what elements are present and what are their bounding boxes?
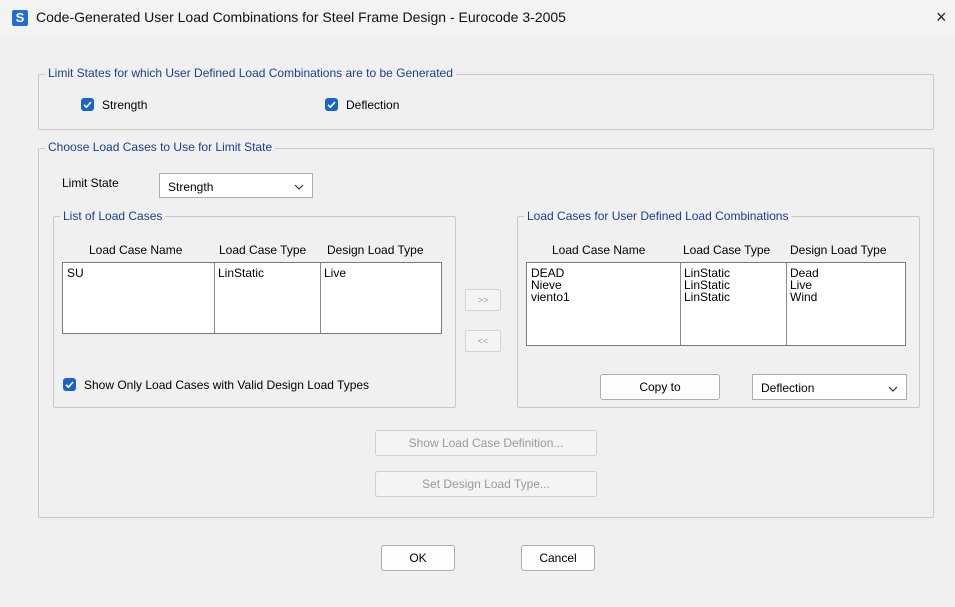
strength-label: Strength xyxy=(102,98,148,112)
user-header-type: Load Case Type xyxy=(683,243,771,257)
choose-load-cases-legend: Choose Load Cases to Use for Limit State xyxy=(45,140,276,154)
list-header-type: Load Case Type xyxy=(219,243,307,257)
deflection-label: Deflection xyxy=(346,98,400,112)
show-load-case-definition-button[interactable]: Show Load Case Definition... xyxy=(375,430,597,456)
cancel-button[interactable]: Cancel xyxy=(521,545,595,571)
check-icon xyxy=(83,101,92,109)
chevron-down-icon xyxy=(294,180,304,194)
close-icon[interactable]: × xyxy=(936,7,947,28)
list-item-type[interactable]: LinStatic xyxy=(684,291,730,303)
user-load-cases-list[interactable]: DEAD LinStatic Dead Nieve LinStatic Live… xyxy=(526,262,906,346)
check-icon xyxy=(65,381,74,389)
chevron-down-icon xyxy=(888,382,898,396)
user-header-design: Design Load Type xyxy=(790,243,887,257)
user-header-name: Load Case Name xyxy=(552,243,646,257)
app-icon: S xyxy=(12,10,28,26)
load-cases-list[interactable]: SU LinStatic Live xyxy=(62,262,442,334)
list-item-name[interactable]: SU xyxy=(67,267,84,279)
ok-button[interactable]: OK xyxy=(381,545,455,571)
move-right-button[interactable]: >> xyxy=(465,289,501,311)
list-header-name: Load Case Name xyxy=(89,243,183,257)
user-defined-load-cases-legend: Load Cases for User Defined Load Combina… xyxy=(524,209,792,223)
copy-target-select[interactable]: Deflection xyxy=(752,374,907,400)
list-item-name[interactable]: viento1 xyxy=(531,291,570,303)
limit-state-label: Limit State xyxy=(62,176,119,190)
list-header-design: Design Load Type xyxy=(327,243,424,257)
check-icon xyxy=(327,101,336,109)
list-item-type[interactable]: LinStatic xyxy=(218,267,264,279)
window-title: Code-Generated User Load Combinations fo… xyxy=(36,9,566,25)
show-only-valid-label: Show Only Load Cases with Valid Design L… xyxy=(84,378,370,392)
limit-states-group xyxy=(38,74,934,130)
limit-state-value: Strength xyxy=(168,180,214,194)
show-only-valid-checkbox[interactable] xyxy=(63,378,76,391)
copy-to-button[interactable]: Copy to xyxy=(600,374,720,400)
set-design-load-type-button[interactable]: Set Design Load Type... xyxy=(375,471,597,497)
limit-state-select[interactable]: Strength xyxy=(159,173,313,198)
list-item-design[interactable]: Wind xyxy=(790,291,817,303)
deflection-checkbox[interactable] xyxy=(325,98,338,111)
limit-states-legend: Limit States for which User Defined Load… xyxy=(45,66,456,80)
list-item-design[interactable]: Live xyxy=(324,267,346,279)
list-of-load-cases-legend: List of Load Cases xyxy=(60,209,166,223)
copy-target-value: Deflection xyxy=(761,381,815,395)
move-left-button[interactable]: << xyxy=(465,330,501,352)
strength-checkbox[interactable] xyxy=(81,98,94,111)
